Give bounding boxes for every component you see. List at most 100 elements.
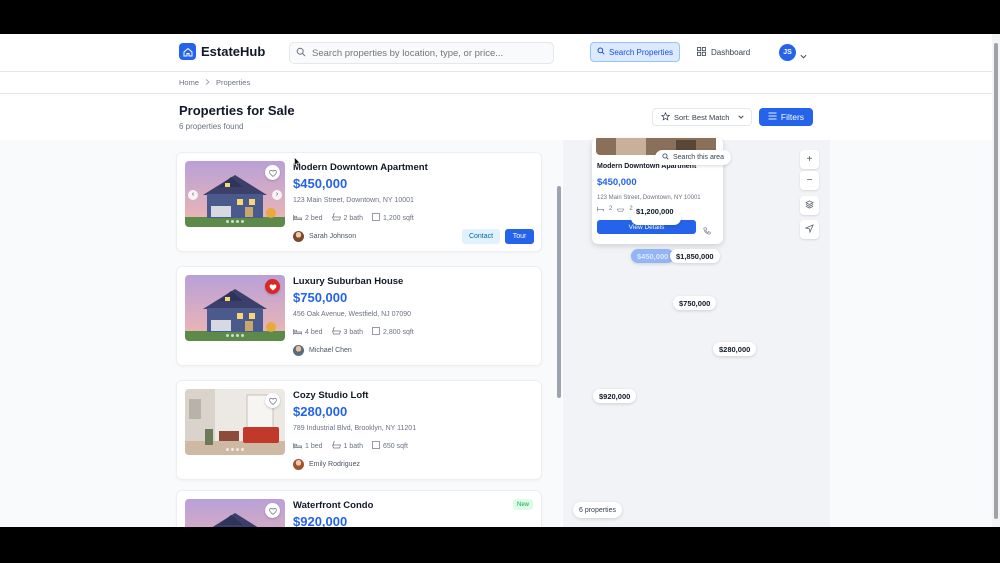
- search-this-area-button[interactable]: Search this area: [655, 150, 731, 165]
- favorite-button[interactable]: [265, 393, 280, 408]
- agent-info: Sarah Johnson: [293, 231, 356, 242]
- agent-info: Emily Rodriguez: [293, 459, 360, 470]
- layers-icon: [805, 199, 814, 212]
- brand-logo[interactable]: EstateHub: [179, 43, 265, 60]
- property-card[interactable]: Waterfront Condo $920,000 New: [176, 490, 542, 527]
- user-avatar[interactable]: JS: [779, 44, 796, 61]
- map-price-pin-active[interactable]: $450,000: [631, 249, 675, 263]
- avatar: [293, 231, 304, 242]
- chevron-down-icon[interactable]: [800, 47, 807, 65]
- grid-icon: [697, 46, 706, 58]
- layers-button[interactable]: [800, 196, 819, 215]
- property-price: $920,000: [293, 514, 348, 527]
- breadcrumb-home[interactable]: Home: [179, 78, 199, 87]
- popup-address: 123 Main Street, Downtown, NY 10001: [597, 195, 701, 201]
- scroll-down-arrow-icon[interactable]: [556, 521, 562, 527]
- dashboard-label: Dashboard: [711, 47, 751, 57]
- home-icon: [179, 43, 196, 60]
- favorite-button[interactable]: [265, 503, 280, 518]
- property-address: 456 Oak Avenue, Westfield, NJ 07090: [293, 311, 412, 318]
- tour-button[interactable]: Tour: [505, 229, 534, 244]
- sort-dropdown[interactable]: Sort: Best Match: [652, 108, 752, 126]
- page-header: Properties for Sale 6 properties found S…: [0, 94, 992, 140]
- property-title[interactable]: Waterfront Condo: [293, 500, 373, 511]
- plus-icon: +: [806, 154, 813, 165]
- map-price-pin[interactable]: $1,850,000: [670, 249, 720, 263]
- new-badge: New: [513, 499, 534, 510]
- map-price-pin[interactable]: $280,000: [713, 342, 757, 356]
- area-sqft: 650 sqft: [383, 442, 408, 450]
- property-card[interactable]: ‹ › Modern Downtown Apartment $450,000 1…: [176, 152, 542, 252]
- search-properties-label: Search Properties: [608, 47, 674, 57]
- navigation-arrow-icon: [804, 223, 814, 236]
- map-price-pin[interactable]: $920,000: [593, 389, 637, 403]
- breadcrumb-properties[interactable]: Properties: [216, 78, 250, 87]
- window-scrollbar-thumb[interactable]: [994, 43, 998, 519]
- zoom-out-button[interactable]: −: [800, 171, 819, 190]
- phone-icon[interactable]: [703, 222, 711, 240]
- map-results-count: 6 properties: [573, 502, 622, 518]
- map-side-area: [830, 140, 992, 527]
- property-title[interactable]: Cozy Studio Loft: [293, 390, 368, 401]
- filters-button[interactable]: Filters: [759, 108, 813, 126]
- popup-specs: 2 2: [597, 206, 633, 214]
- next-image-button[interactable]: ›: [272, 190, 282, 200]
- prev-image-button[interactable]: ‹: [188, 190, 198, 200]
- bath-icon: [331, 327, 341, 337]
- property-title[interactable]: Modern Downtown Apartment: [293, 162, 428, 173]
- app-window: EstateHub Search Properties Dashboard JS: [0, 34, 1000, 527]
- bed-icon: [293, 328, 302, 337]
- chevron-right-icon: [205, 78, 210, 87]
- favorite-button[interactable]: [265, 279, 280, 294]
- dashboard-button[interactable]: Dashboard: [697, 42, 750, 62]
- results-count: 6 properties found: [179, 122, 244, 131]
- contact-button[interactable]: Contact: [462, 229, 500, 244]
- property-specs: 1 bed 1 bath 650 sqft: [293, 441, 408, 451]
- property-image[interactable]: [185, 389, 285, 455]
- star-icon: [660, 111, 671, 123]
- brand-name: EstateHub: [201, 44, 266, 59]
- property-title[interactable]: Luxury Suburban House: [293, 276, 403, 287]
- bed-icon: [597, 206, 604, 214]
- bed-count: 2 bed: [305, 214, 323, 222]
- property-address: 123 Main Street, Downtown, NY 10001: [293, 197, 414, 204]
- minus-icon: −: [806, 175, 813, 186]
- mouse-cursor-icon: [294, 154, 301, 172]
- bed-count: 1 bed: [305, 442, 323, 450]
- listings-panel[interactable]: ‹ › Modern Downtown Apartment $450,000 1…: [0, 140, 563, 527]
- bed-count: 4 bed: [305, 328, 323, 336]
- breadcrumb: Home Properties: [179, 78, 250, 87]
- bath-count: 1 bath: [343, 442, 363, 450]
- map-price-pin[interactable]: $750,000: [673, 296, 717, 310]
- favorite-button[interactable]: [265, 165, 280, 180]
- bath-icon: [331, 213, 341, 223]
- chevron-down-icon: [738, 113, 745, 122]
- area-icon: [372, 213, 380, 223]
- filters-label: Filters: [780, 112, 805, 122]
- heart-icon: [268, 502, 277, 520]
- property-image[interactable]: [185, 499, 285, 527]
- area-icon: [372, 327, 380, 337]
- listings-scrollbar[interactable]: [557, 186, 561, 398]
- search-this-area-label: Search this area: [673, 154, 724, 161]
- map-price-pin[interactable]: $1,200,000: [630, 204, 680, 218]
- search-icon: [296, 44, 306, 62]
- avatar: [293, 345, 304, 356]
- locate-button[interactable]: [800, 220, 819, 239]
- property-price: $450,000: [293, 176, 348, 191]
- area-icon: [372, 441, 380, 451]
- top-navbar: EstateHub Search Properties Dashboard JS: [0, 34, 992, 72]
- agent-name: Sarah Johnson: [309, 233, 357, 240]
- search-input[interactable]: [312, 47, 547, 59]
- property-image[interactable]: ‹ ›: [185, 161, 285, 227]
- breadcrumb-bar: Home Properties: [0, 72, 992, 94]
- bath-icon: [617, 206, 625, 214]
- search-properties-button[interactable]: Search Properties: [590, 42, 680, 62]
- zoom-in-button[interactable]: +: [800, 150, 819, 169]
- property-card[interactable]: Luxury Suburban House $750,000 456 Oak A…: [176, 266, 542, 366]
- property-image[interactable]: [185, 275, 285, 341]
- property-card[interactable]: Cozy Studio Loft $280,000 789 Industrial…: [176, 380, 542, 480]
- popup-price: $450,000: [597, 177, 637, 188]
- bed-icon: [293, 442, 302, 451]
- search-bar[interactable]: [289, 42, 554, 64]
